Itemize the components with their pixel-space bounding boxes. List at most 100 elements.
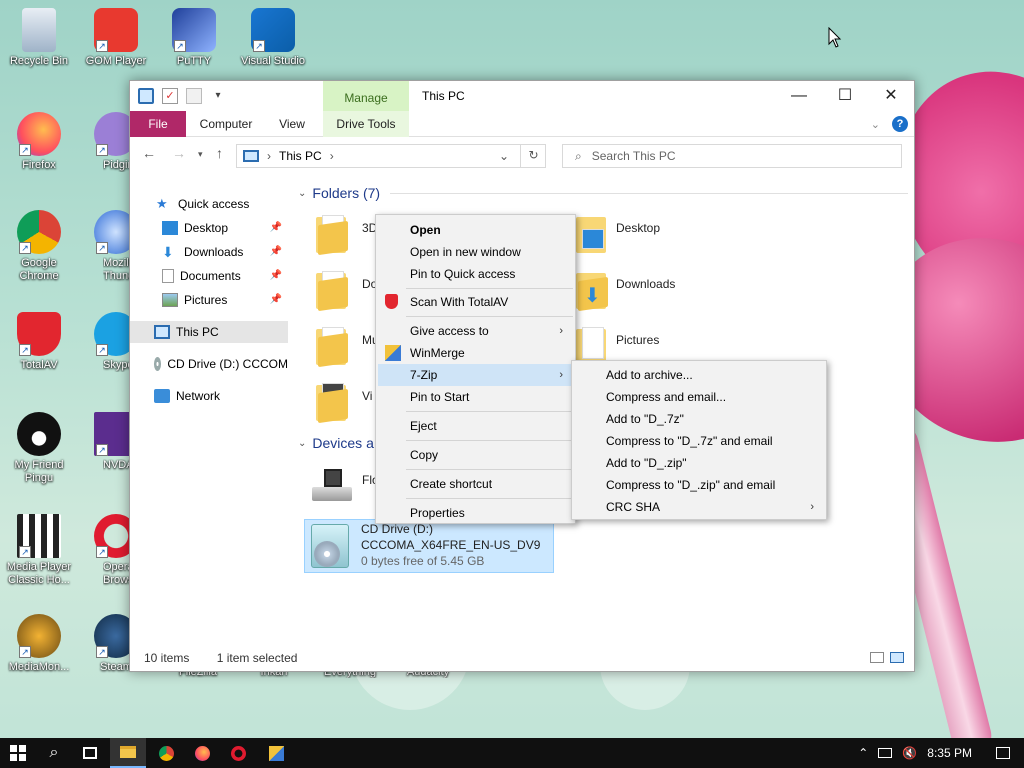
maximize-button[interactable]: ☐ [822,81,868,111]
menu-add-to-7z[interactable]: Add to "D_.7z" [574,408,824,430]
menu-compress-7z-email[interactable]: Compress to "D_.7z" and email [574,430,824,452]
pin-icon[interactable]: 📌 [270,289,282,311]
cd-drive-tile[interactable]: CD Drive (D:) CCCOMA_X64FRE_EN-US_DV9 0 … [304,519,554,573]
nav-desktop[interactable]: Desktop 📌 [130,217,288,239]
desktop-icon-gom-player[interactable]: ↗ GOM Player [78,8,154,68]
folder-videos[interactable] [316,383,352,424]
properties-icon[interactable]: ✓ [162,88,178,104]
minimize-button[interactable]: — [776,81,822,111]
search-box[interactable]: ⌕ Search This PC [562,144,902,168]
nav-documents[interactable]: Documents 📌 [130,265,288,287]
tab-computer[interactable]: Computer [192,111,260,137]
chevron-right-icon: › [559,325,563,337]
desktop-icon-pingu[interactable]: My Friend Pingu [1,412,77,485]
pin-icon[interactable]: 📌 [270,217,282,239]
taskbar-winmerge[interactable] [258,738,294,768]
desktop-icon-chrome[interactable]: ↗ Google Chrome [1,210,77,283]
close-button[interactable]: ✕ [868,81,914,111]
menu-compress-zip-email[interactable]: Compress to "D_.zip" and email [574,474,824,496]
help-icon[interactable]: ? [892,116,908,132]
computer-icon [154,325,170,339]
status-bar: 10 items 1 item selected [130,645,914,671]
mediamonkey-icon: ↗ [17,614,61,658]
window-title: This PC [422,89,465,103]
floppy-drive-icon[interactable] [312,469,352,505]
folder-documents[interactable] [316,271,352,312]
chevron-up-icon[interactable]: ⌃ [858,746,868,760]
new-folder-icon[interactable] [186,88,202,104]
menu-compress-and-email[interactable]: Compress and email... [574,386,824,408]
clock[interactable]: 8:35 PM [927,746,972,760]
menu-crc-sha[interactable]: CRC SHA › [574,496,824,518]
tab-drive-tools[interactable]: Drive Tools [323,111,409,137]
folder-desktop[interactable] [576,215,612,255]
menu-give-access[interactable]: Give access to › [378,320,573,342]
large-icons-view-icon[interactable] [890,652,904,663]
menu-copy[interactable]: Copy [378,444,573,466]
desktop-icon-mediamonkey[interactable]: ↗ MediaMon... [1,614,77,674]
folder-3d-objects[interactable] [316,215,352,256]
menu-create-shortcut[interactable]: Create shortcut [378,473,573,495]
title-bar[interactable]: ✓ ▾ Manage This PC — ☐ ✕ [130,81,914,111]
menu-pin-quick-access[interactable]: Pin to Quick access [378,263,573,285]
menu-add-to-zip[interactable]: Add to "D_.zip" [574,452,824,474]
menu-add-to-archive[interactable]: Add to archive... [574,364,824,386]
folder-music[interactable] [316,327,352,368]
menu-open-new-window[interactable]: Open in new window [378,241,573,263]
menu-properties[interactable]: Properties [378,502,573,524]
taskbar-chrome[interactable] [148,738,184,768]
notifications-icon[interactable] [996,747,1010,759]
back-arrow-icon[interactable]: ← [142,145,156,161]
download-arrow-icon: ⬇ [584,285,601,307]
taskbar-firefox[interactable] [184,738,220,768]
menu-label: Scan With TotalAV [410,295,509,309]
desktop-icon-firefox[interactable]: ↗ Firefox [1,112,77,172]
refresh-button[interactable]: ↻ [520,144,546,168]
tab-manage[interactable]: Manage [323,81,409,111]
nav-this-pc[interactable]: This PC [130,321,288,343]
7zip-submenu: Add to archive... Compress and email... … [571,360,827,520]
forward-arrow-icon[interactable]: → [172,145,186,161]
desktop-icon-mpc[interactable]: ↗ Media Player Classic Ho... [1,514,77,587]
network-icon[interactable] [878,748,893,758]
shortcut-arrow-icon: ↗ [19,344,31,356]
up-arrow-icon[interactable]: ↑ [216,145,223,161]
menu-winmerge[interactable]: WinMerge [378,342,573,364]
computer-icon[interactable] [138,88,154,104]
desktop-icon-vscode[interactable]: ↗ Visual Studio Code [235,8,311,68]
nav-cd-drive[interactable]: CD Drive (D:) CCCOM [130,353,288,375]
search-input[interactable]: Search This PC [592,149,676,163]
menu-eject[interactable]: Eject [378,415,573,437]
star-icon: ★ [156,196,168,211]
desktop-icon-label: Steam [100,661,132,673]
folder-downloads[interactable]: ⬇ [576,271,612,312]
nav-pictures[interactable]: Pictures 📌 [130,289,288,311]
menu-open[interactable]: Open [378,219,573,241]
desktop-icon-recycle-bin[interactable]: Recycle Bin [1,8,77,68]
pin-icon[interactable]: 📌 [270,265,282,287]
tab-view[interactable]: View [270,111,314,137]
nav-network[interactable]: Network [130,385,288,407]
menu-scan-totalav[interactable]: Scan With TotalAV [378,291,573,313]
nav-quick-access[interactable]: ★ Quick access [130,193,288,215]
chevron-down-icon[interactable]: ▾ [198,149,203,160]
start-button[interactable] [0,738,36,768]
volume-muted-icon[interactable]: 🔇 [902,746,917,760]
tab-file[interactable]: File [130,111,186,137]
search-button[interactable]: ⌕ [36,738,72,768]
details-view-icon[interactable] [870,652,884,663]
nav-downloads[interactable]: ⬇ Downloads 📌 [130,241,288,263]
address-bar[interactable]: › This PC › ⌄ [236,144,546,168]
menu-pin-start[interactable]: Pin to Start [378,386,573,408]
taskbar-opera[interactable] [220,738,256,768]
pin-icon[interactable]: 📌 [270,241,282,263]
taskbar-file-explorer[interactable] [110,738,146,768]
chevron-down-icon[interactable]: ⌄ [871,118,880,131]
chevron-down-icon[interactable]: ▾ [210,88,226,104]
chevron-down-icon[interactable]: ⌄ [499,149,509,163]
desktop-icon-putty[interactable]: ↗ PuTTY [156,8,232,68]
menu-7zip[interactable]: 7-Zip › [378,364,573,386]
task-view-button[interactable] [72,738,108,768]
folders-group-header[interactable]: ⌄ Folders (7) [298,185,908,201]
desktop-icon-totalav[interactable]: ↗ TotalAV [1,312,77,372]
